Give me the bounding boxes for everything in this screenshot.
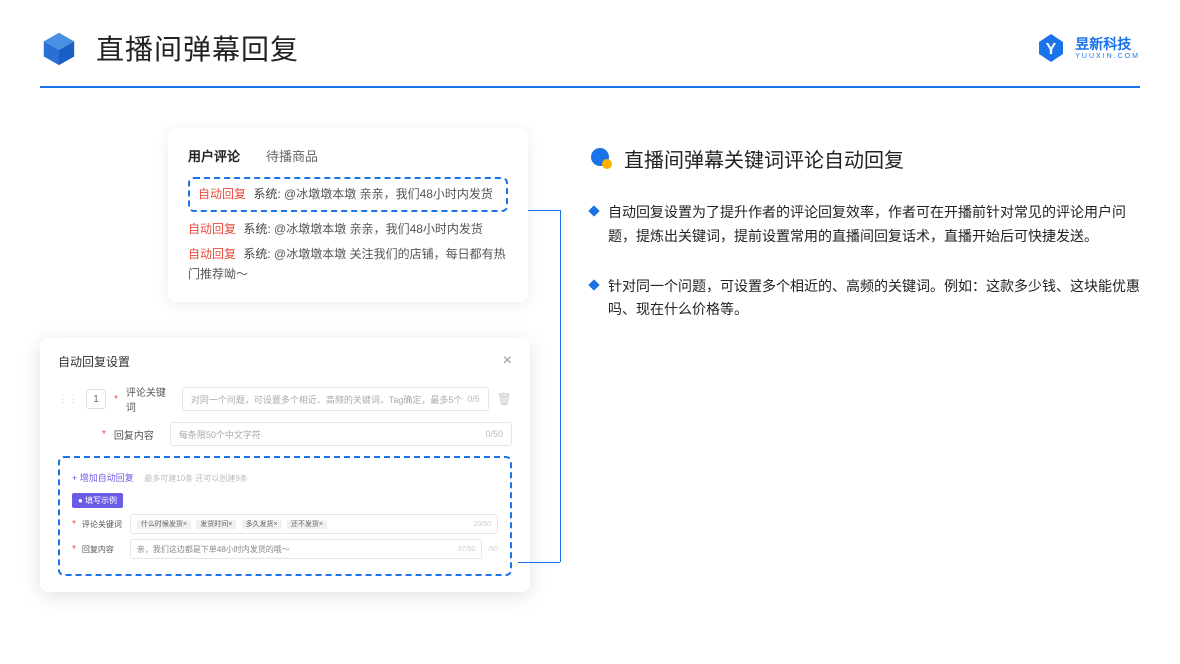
example-section: + 增加自动回复 最多可建10条 还可以创建9条 ● 填写示例 * 评论关键词 … <box>58 456 512 576</box>
autoreply-settings-modal: 自动回复设置 × ⋮⋮ 1 * 评论关键词 对同一个问题，可设置多个相近、高频的… <box>40 338 530 592</box>
svg-text:Y: Y <box>1046 41 1057 58</box>
bullet-item: 自动回复设置为了提升作者的评论回复效率，作者可在开播前针对常见的评论用户问题，提… <box>590 201 1140 249</box>
chat-bubble-icon <box>590 147 614 171</box>
comment-line: 自动回复 系统: @冰墩墩本墩 亲亲，我们48小时内发货 <box>188 220 508 239</box>
close-icon[interactable]: × <box>503 352 512 370</box>
autoreply-tag: 自动回复 <box>198 187 246 201</box>
keyword-label: 评论关键词 <box>126 384 174 414</box>
content-input[interactable]: 每条限50个中文字符 0/50 <box>170 422 512 446</box>
example-content-input[interactable]: 亲，我们这边都是下单48小时内发货的哦～ 37/50 <box>130 539 482 559</box>
connector-line <box>528 210 560 211</box>
brand-en: YUUXIN.COM <box>1075 53 1140 60</box>
bullet-item: 针对同一个问题，可设置多个相近的、高频的关键词。例如：这款多少钱、这块能优惠吗、… <box>590 275 1140 323</box>
connector-line <box>518 562 560 563</box>
delete-icon[interactable]: 🗑 <box>497 392 512 406</box>
example-keyword-input[interactable]: 什么时候发货× 发货时间× 多久发货× 还不发货× 20/50 <box>130 514 498 534</box>
logo-cube-icon <box>40 29 78 67</box>
drag-handle-icon[interactable]: ⋮⋮ <box>58 394 78 405</box>
add-autoreply-link[interactable]: + 增加自动回复 <box>72 471 134 484</box>
brand-cn: 昱新科技 <box>1075 37 1140 51</box>
content-label: 回复内容 <box>114 427 162 442</box>
modal-title: 自动回复设置 <box>58 353 130 370</box>
keyword-input[interactable]: 对同一个问题，可设置多个相近、高频的关键词，Tag确定，最多5个 0/5 <box>182 387 489 411</box>
connector-line <box>560 210 561 562</box>
tab-user-comments[interactable]: 用户评论 <box>188 146 240 165</box>
highlighted-comment: 自动回复 系统: @冰墩墩本墩 亲亲，我们48小时内发货 <box>188 177 508 212</box>
page-title: 直播间弹幕回复 <box>96 28 299 68</box>
comment-panel: 用户评论 待播商品 自动回复 系统: @冰墩墩本墩 亲亲，我们48小时内发货 自… <box>168 128 528 302</box>
diamond-bullet-icon <box>588 205 599 216</box>
tab-pending-products[interactable]: 待播商品 <box>266 146 318 165</box>
example-badge: ● 填写示例 <box>72 493 123 508</box>
index-box: 1 <box>86 389 106 409</box>
section-title: 直播间弹幕关键词评论自动回复 <box>624 144 904 173</box>
brand-logo: Y 昱新科技 YUUXIN.COM <box>1035 32 1140 64</box>
comment-line: 自动回复 系统: @冰墩墩本墩 关注我们的店铺，每日都有热门推荐呦～ <box>188 245 508 283</box>
diamond-bullet-icon <box>588 279 599 290</box>
brand-icon: Y <box>1035 32 1067 64</box>
